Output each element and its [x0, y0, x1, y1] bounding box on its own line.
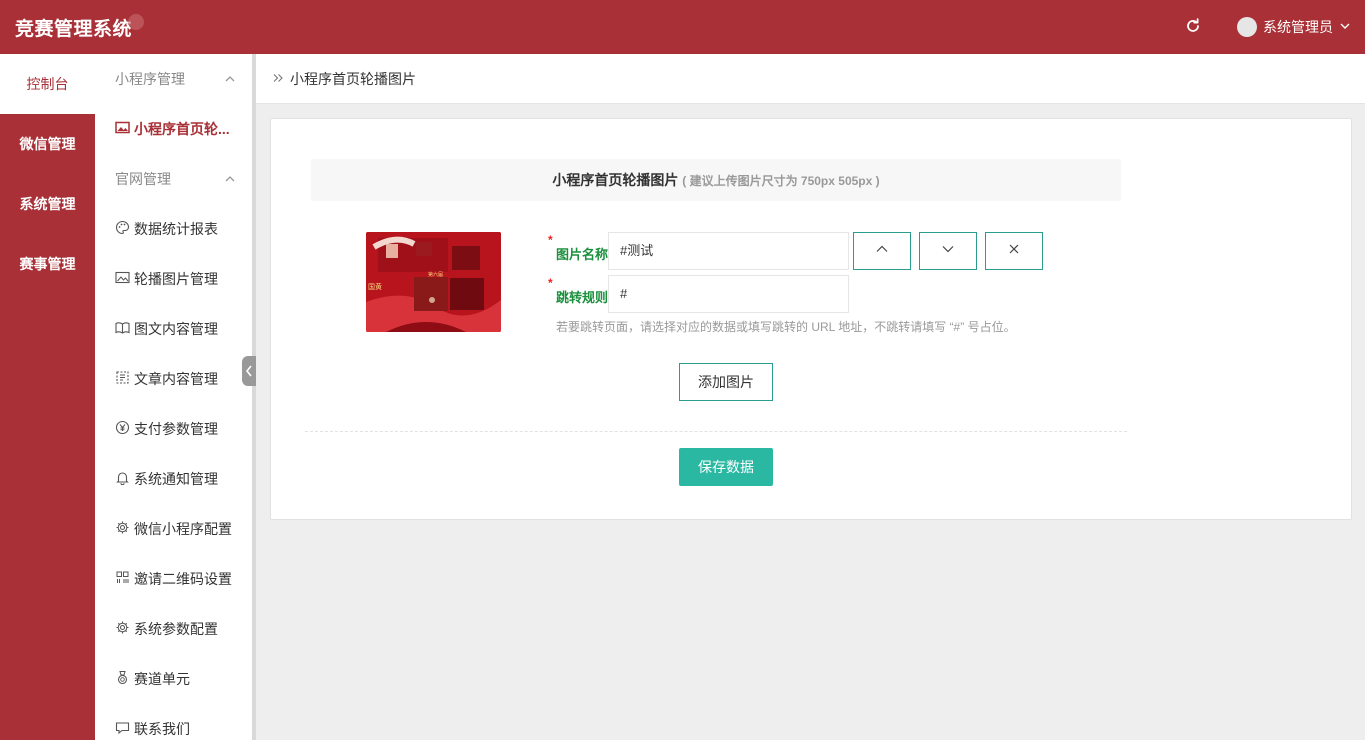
sidebar-item-system-params[interactable]: 系统参数配置: [95, 604, 252, 654]
add-image-button[interactable]: 添加图片: [679, 363, 773, 401]
jump-rule-label: 跳转规则: [556, 290, 609, 305]
sidebar-item-label: 小程序首页轮...: [134, 121, 230, 137]
group-label: 官网管理: [115, 171, 171, 187]
user-menu[interactable]: 系统管理员: [1237, 16, 1351, 38]
sidebar-item-graphic-content[interactable]: 图文内容管理: [95, 304, 252, 354]
image-icon: [115, 270, 130, 288]
sidebar-item-miniprogram-banner[interactable]: 小程序首页轮...: [95, 104, 252, 154]
gear-icon: [115, 520, 130, 538]
book-icon: [115, 320, 130, 338]
panel-header: 小程序首页轮播图片 ( 建议上传图片尺寸为 750px 505px ): [311, 159, 1121, 201]
nav-console[interactable]: 控制台: [0, 54, 95, 114]
sidebar-item-label: 支付参数管理: [134, 421, 218, 437]
content-panel: 小程序首页轮播图片 ( 建议上传图片尺寸为 750px 505px ) 国黄 第…: [270, 118, 1352, 520]
sidebar-item-notification[interactable]: 系统通知管理: [95, 454, 252, 504]
sidebar-item-label: 系统通知管理: [134, 471, 218, 487]
sidebar-item-miniprogram-config[interactable]: 微信小程序配置: [95, 504, 252, 554]
move-up-button[interactable]: [853, 232, 911, 270]
sidebar-item-label: 邀请二维码设置: [134, 571, 232, 587]
save-button[interactable]: 保存数据: [679, 448, 773, 486]
article-icon: [115, 370, 130, 388]
palette-icon: [115, 220, 130, 238]
jump-rule-input[interactable]: #: [608, 275, 849, 313]
divider: [305, 431, 1127, 432]
svg-text:国黄: 国黄: [368, 282, 382, 291]
sidebar-item-track-unit[interactable]: 赛道单元: [95, 654, 252, 704]
chevron-left-icon: [242, 365, 256, 390]
jump-rule-help: 若要跳转页面，请选择对应的数据或填写跳转的 URL 地址，不跳转请填写 “#” …: [556, 320, 1016, 334]
required-mark: *: [548, 233, 553, 247]
group-miniprogram[interactable]: 小程序管理: [95, 54, 252, 104]
panel-title: 小程序首页轮播图片: [552, 172, 679, 188]
sidebar-item-label: 轮播图片管理: [134, 271, 218, 287]
required-mark: *: [548, 276, 553, 290]
sidebar-item-label: 系统参数配置: [134, 621, 218, 637]
image-name-label: 图片名称: [556, 247, 609, 262]
chat-icon: [115, 720, 130, 738]
sidebar-item-label: 微信小程序配置: [134, 521, 232, 537]
nav-wechat[interactable]: 微信管理: [0, 114, 95, 174]
svg-text:第六届: 第六届: [428, 271, 443, 278]
close-icon: [1006, 241, 1022, 262]
bell-icon: [115, 470, 130, 488]
chevron-up-icon: [224, 172, 236, 188]
group-label: 小程序管理: [115, 71, 185, 87]
brand-logo-dot: [128, 14, 144, 30]
avatar: [1237, 17, 1257, 37]
sidebar-divider: [252, 54, 256, 740]
qrcode-icon: [115, 570, 130, 588]
sidebar-item-invite-qrcode[interactable]: 邀请二维码设置: [95, 554, 252, 604]
banner-thumbnail[interactable]: 国黄 第六届: [366, 232, 501, 332]
yen-icon: [115, 420, 130, 438]
image-name-input[interactable]: #测试: [608, 232, 849, 270]
sidebar-item-stats[interactable]: 数据统计报表: [95, 204, 252, 254]
nav-competition[interactable]: 赛事管理: [0, 234, 95, 294]
app-brand: 竞赛管理系统: [15, 19, 133, 40]
sidebar-item-label: 联系我们: [134, 721, 190, 737]
breadcrumb: 小程序首页轮播图片: [256, 54, 1365, 104]
remove-button[interactable]: [985, 232, 1043, 270]
chevron-down-icon: [940, 241, 956, 262]
chevron-up-icon: [874, 241, 890, 262]
chevron-up-icon: [224, 72, 236, 88]
user-name: 系统管理员: [1263, 19, 1333, 35]
double-chevron-right-icon: [272, 71, 284, 87]
nav-system[interactable]: 系统管理: [0, 174, 95, 234]
top-bar: 竞赛管理系统 系统管理员: [0, 0, 1365, 54]
primary-sidebar: 控制台 微信管理 系统管理 赛事管理: [0, 54, 95, 740]
chevron-down-icon: [1339, 19, 1351, 35]
image-icon: [115, 120, 130, 138]
sidebar-item-label: 文章内容管理: [134, 371, 218, 387]
medal-icon: [115, 670, 130, 688]
sidebar-item-contact[interactable]: 联系我们: [95, 704, 252, 740]
gear-icon: [115, 620, 130, 638]
group-website[interactable]: 官网管理: [95, 154, 252, 204]
sidebar-collapse-handle[interactable]: [242, 356, 256, 386]
breadcrumb-current: 小程序首页轮播图片: [290, 70, 416, 87]
secondary-sidebar: 小程序管理 小程序首页轮... 官网管理 数据统计报表 轮播图片管理 图文内容管…: [95, 54, 252, 740]
panel-size-hint: ( 建议上传图片尺寸为 750px 505px ): [682, 174, 880, 188]
sidebar-item-payment[interactable]: 支付参数管理: [95, 404, 252, 454]
refresh-icon[interactable]: [1183, 16, 1203, 36]
sidebar-item-carousel[interactable]: 轮播图片管理: [95, 254, 252, 304]
move-down-button[interactable]: [919, 232, 977, 270]
sidebar-item-label: 赛道单元: [134, 671, 190, 687]
sidebar-item-label: 图文内容管理: [134, 321, 218, 337]
sidebar-item-label: 数据统计报表: [134, 221, 218, 237]
sidebar-item-article-content[interactable]: 文章内容管理: [95, 354, 252, 404]
